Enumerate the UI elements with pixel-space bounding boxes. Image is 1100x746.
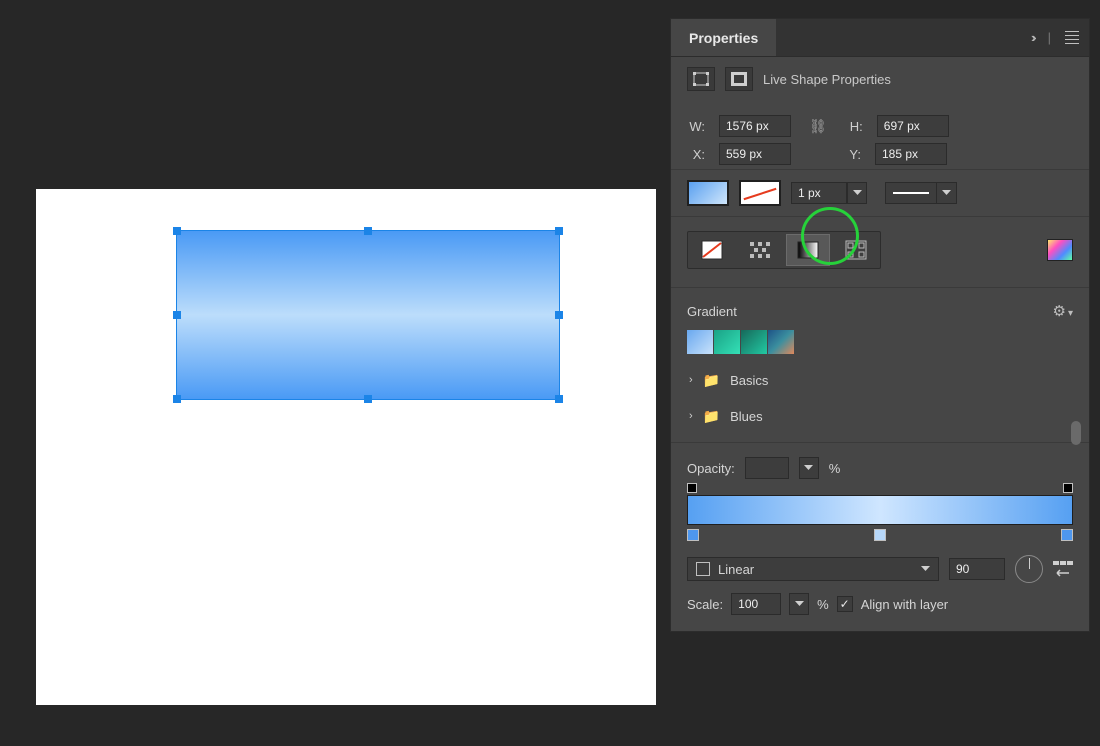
fill-stroke-row: 1 px [671, 169, 1089, 216]
resize-handle[interactable] [364, 395, 372, 403]
scrollbar-thumb[interactable] [1071, 421, 1081, 445]
gradient-section-label: Gradient [687, 304, 737, 319]
resize-handle[interactable] [173, 227, 181, 235]
y-input[interactable]: 185 px [875, 143, 947, 165]
gradient-section-header: Gradient ⚙▾ [671, 287, 1089, 330]
align-with-layer-checkbox[interactable]: ✓ [837, 596, 853, 612]
resize-handle[interactable] [555, 227, 563, 235]
opacity-unit: % [829, 461, 841, 476]
resize-handle[interactable] [173, 395, 181, 403]
workspace [0, 0, 670, 746]
panel-menu-icon[interactable] [1065, 31, 1079, 44]
gradient-settings-gear-icon[interactable]: ⚙▾ [1053, 302, 1073, 320]
chevron-down-icon [853, 190, 862, 196]
folder-icon: 📁 [703, 408, 720, 425]
folder-label: Basics [730, 373, 768, 388]
gradient-folder-list: › 📁 Basics › 📁 Blues [671, 354, 1089, 442]
shape-mask-icon[interactable] [725, 67, 753, 91]
gradient-preset[interactable] [687, 330, 713, 354]
gradient-preset[interactable] [768, 330, 794, 354]
fill-swatch[interactable] [687, 180, 729, 206]
scale-unit: % [817, 597, 829, 612]
gradient-type-label: Linear [718, 562, 754, 577]
shape-header-row: Live Shape Properties [671, 57, 1089, 101]
stroke-style-dropdown[interactable] [937, 182, 957, 204]
selected-rectangle-shape[interactable] [176, 230, 560, 400]
gradient-presets-row [671, 330, 1089, 354]
no-fill-button[interactable] [690, 234, 734, 266]
color-stop-mid[interactable] [874, 529, 886, 541]
linear-icon [696, 562, 710, 576]
gradient-folder-basics[interactable]: › 📁 Basics [673, 362, 1077, 398]
opacity-stop-left[interactable] [687, 483, 697, 493]
properties-panel: Properties ›› | Live Shape Properties W:… [670, 18, 1090, 632]
canvas[interactable] [36, 189, 656, 705]
angle-dial[interactable] [1015, 555, 1043, 583]
scale-label: Scale: [687, 597, 723, 612]
gradient-preset[interactable] [741, 330, 767, 354]
gradient-type-select[interactable]: Linear [687, 557, 939, 581]
chevron-right-icon: › [689, 374, 693, 386]
color-picker-button[interactable] [1047, 239, 1073, 261]
reverse-gradient-icon[interactable] [1053, 559, 1073, 580]
scale-input[interactable]: 100 [731, 593, 781, 615]
resize-handle[interactable] [364, 227, 372, 235]
width-label: W: [687, 119, 705, 134]
x-input[interactable]: 559 px [719, 143, 791, 165]
opacity-label: Opacity: [687, 461, 735, 476]
gradient-editor [671, 483, 1089, 541]
chevron-down-icon [921, 566, 930, 572]
chevron-down-icon [942, 190, 951, 196]
resize-handle[interactable] [555, 395, 563, 403]
collapse-panel-icon[interactable]: ›› [1031, 30, 1034, 45]
chevron-down-icon [795, 601, 804, 607]
stroke-width-input[interactable]: 1 px [791, 182, 847, 204]
height-label: H: [845, 119, 863, 134]
opacity-input[interactable] [745, 457, 789, 479]
panel-divider: | [1048, 30, 1051, 45]
gradient-angle-input[interactable]: 90 [949, 558, 1005, 580]
bounding-box-icon[interactable] [687, 67, 715, 91]
folder-label: Blues [730, 409, 763, 424]
width-height-row: W: 1576 px ⛓ H: 697 px [671, 101, 1089, 141]
folder-icon: 📁 [703, 372, 720, 389]
gradient-preset[interactable] [714, 330, 740, 354]
fill-type-group [687, 231, 881, 269]
solid-fill-button[interactable] [738, 234, 782, 266]
gradient-bar[interactable] [687, 495, 1073, 525]
panel-titlebar: Properties ›› | [671, 19, 1089, 57]
chevron-right-icon: › [689, 410, 693, 422]
properties-tab[interactable]: Properties [671, 19, 776, 56]
live-shape-label: Live Shape Properties [763, 72, 891, 87]
scale-dropdown[interactable] [789, 593, 809, 615]
resize-handle[interactable] [173, 311, 181, 319]
align-with-layer-label: Align with layer [861, 597, 948, 612]
opacity-stop-right[interactable] [1063, 483, 1073, 493]
scale-row: Scale: 100 % ✓ Align with layer [671, 593, 1089, 631]
link-wh-icon[interactable]: ⛓ [809, 118, 827, 135]
y-label: Y: [843, 147, 861, 162]
resize-handle[interactable] [555, 311, 563, 319]
gradient-type-row: Linear 90 [671, 541, 1089, 593]
chevron-down-icon [804, 465, 813, 471]
opacity-row: Opacity: % [671, 442, 1089, 483]
stroke-swatch[interactable] [739, 180, 781, 206]
stroke-style-preview[interactable] [885, 182, 937, 204]
stroke-width-dropdown[interactable] [847, 182, 867, 204]
opacity-dropdown[interactable] [799, 457, 819, 479]
gradient-fill-button[interactable] [786, 234, 830, 266]
gradient-folder-blues[interactable]: › 📁 Blues [673, 398, 1077, 434]
pattern-fill-button[interactable] [834, 234, 878, 266]
width-input[interactable]: 1576 px [719, 115, 791, 137]
fill-type-row [671, 216, 1089, 287]
color-stop-left[interactable] [687, 529, 699, 541]
height-input[interactable]: 697 px [877, 115, 949, 137]
xy-row: X: 559 px Y: 185 px [671, 141, 1089, 169]
color-stop-right[interactable] [1061, 529, 1073, 541]
x-label: X: [687, 147, 705, 162]
